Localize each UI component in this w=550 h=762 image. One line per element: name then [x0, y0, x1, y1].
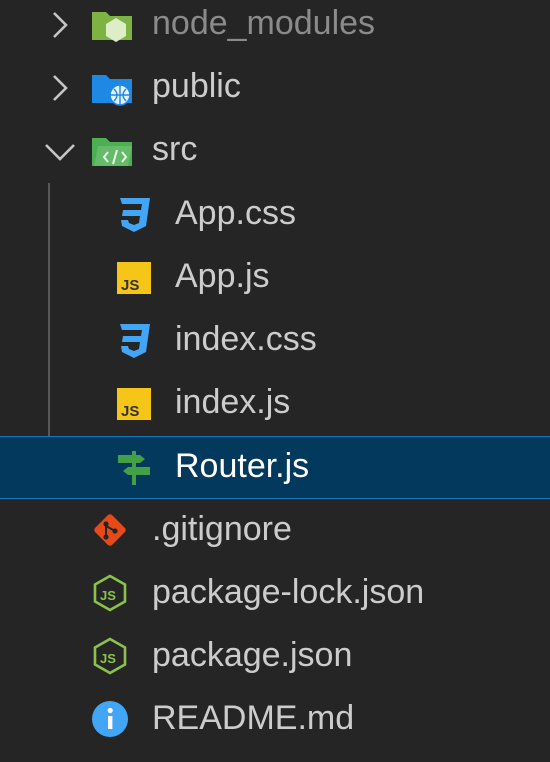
- tree-item-src[interactable]: src: [0, 119, 550, 182]
- tree-item-label: README.md: [152, 699, 355, 737]
- tree-item-index-css[interactable]: index.css: [0, 309, 550, 372]
- tree-item-label: index.js: [175, 383, 291, 421]
- info-icon: [90, 699, 130, 739]
- tree-item-readme-md[interactable]: README.md: [0, 688, 550, 751]
- svg-text:JS: JS: [100, 588, 116, 603]
- tree-item-package-json[interactable]: JS package.json: [0, 625, 550, 688]
- tree-item-label: index.css: [175, 320, 317, 358]
- tree-item-package-lock-json[interactable]: JS package-lock.json: [0, 562, 550, 625]
- tree-item-label: node_modules: [152, 4, 376, 42]
- file-explorer-tree: node_modules public src App.css JS App.j…: [0, 0, 550, 762]
- router-signpost-icon: [114, 447, 154, 487]
- tree-item-label: package-lock.json: [152, 573, 425, 611]
- js-icon: JS: [114, 257, 154, 297]
- tree-item-label: .gitignore: [152, 510, 292, 548]
- tree-item-label: package.json: [152, 636, 353, 674]
- css-icon: [114, 194, 154, 234]
- tree-item-label: App.css: [175, 194, 296, 232]
- css-icon: [114, 320, 154, 360]
- chevron-down-icon[interactable]: [40, 131, 80, 171]
- tree-item-public[interactable]: public: [0, 56, 550, 119]
- nodejs-icon: JS: [90, 573, 130, 613]
- tree-item-label: Router.js: [175, 447, 310, 485]
- chevron-right-icon[interactable]: [40, 68, 80, 108]
- git-icon: [90, 510, 130, 550]
- tree-item-app-js[interactable]: JS App.js: [0, 246, 550, 309]
- public-folder-icon: [90, 67, 132, 107]
- src-folder-icon: [90, 130, 132, 170]
- tree-item-index-js[interactable]: JS index.js: [0, 372, 550, 435]
- tree-item-label: App.js: [175, 257, 270, 295]
- js-icon: JS: [114, 383, 154, 423]
- nodejs-icon: JS: [90, 636, 130, 676]
- tree-item-label: public: [152, 67, 241, 105]
- tree-item-node-modules[interactable]: node_modules: [0, 0, 550, 56]
- chevron-right-icon[interactable]: [40, 5, 80, 45]
- svg-text:JS: JS: [100, 651, 116, 666]
- svg-text:JS: JS: [121, 277, 139, 294]
- tree-item-label: src: [152, 130, 198, 168]
- svg-text:JS: JS: [121, 403, 139, 420]
- tree-item-gitignore[interactable]: .gitignore: [0, 499, 550, 562]
- tree-item-router-js[interactable]: Router.js: [0, 436, 550, 499]
- node-folder-icon: [90, 4, 132, 44]
- tree-item-app-css[interactable]: App.css: [0, 183, 550, 246]
